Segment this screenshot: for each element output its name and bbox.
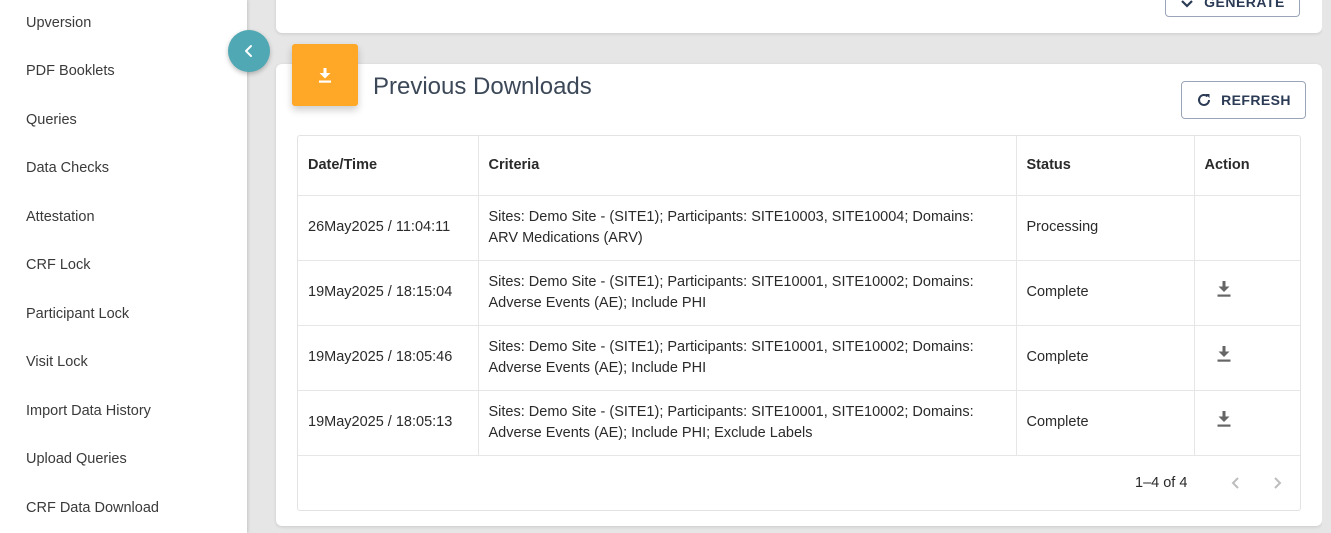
table-row: 19May2025 / 18:05:13 Sites: Demo Site - … [298, 390, 1300, 456]
cell-action [1194, 325, 1300, 391]
cell-status: Complete [1016, 390, 1195, 456]
download-icon [319, 68, 331, 83]
column-header-action: Action [1194, 136, 1300, 196]
sidebar-item-upload-queries[interactable]: Upload Queries [26, 451, 127, 467]
column-header-datetime[interactable]: Date/Time [298, 136, 479, 196]
page-title: Previous Downloads [373, 73, 592, 100]
table-row: 19May2025 / 18:15:04 Sites: Demo Site - … [298, 260, 1300, 326]
column-header-criteria[interactable]: Criteria [478, 136, 1017, 196]
refresh-button-label: REFRESH [1221, 92, 1291, 108]
table-header-row: Date/Time Criteria Status Action [298, 136, 1300, 196]
download-icon[interactable] [1215, 409, 1233, 436]
cell-status: Processing [1016, 195, 1195, 261]
generate-card: GENERATE [276, 0, 1322, 33]
sidebar-item-import-data-history[interactable]: Import Data History [26, 403, 151, 419]
download-icon[interactable] [1215, 344, 1233, 371]
cell-datetime: 19May2025 / 18:05:13 [298, 390, 479, 456]
chevron-left-icon [245, 45, 252, 57]
cell-criteria: Sites: Demo Site - (SITE1); Participants… [478, 390, 1017, 456]
chevron-down-icon [1181, 0, 1193, 8]
cell-criteria: Sites: Demo Site - (SITE1); Participants… [478, 325, 1017, 391]
sidebar-item-upversion[interactable]: Upversion [26, 15, 91, 31]
refresh-icon [1198, 93, 1211, 106]
sidebar: Upversion PDF Booklets Queries Data Chec… [0, 0, 247, 533]
chevron-right-icon [1274, 477, 1282, 489]
sidebar-item-attestation[interactable]: Attestation [26, 209, 95, 225]
table-pagination: 1–4 of 4 [298, 455, 1300, 511]
table-row: 19May2025 / 18:05:46 Sites: Demo Site - … [298, 325, 1300, 391]
cell-action [1194, 390, 1300, 456]
next-page-button[interactable] [1267, 473, 1287, 498]
cell-criteria: Sites: Demo Site - (SITE1); Participants… [478, 260, 1017, 326]
cell-action [1194, 195, 1300, 261]
sidebar-item-participant-lock[interactable]: Participant Lock [26, 306, 129, 322]
downloads-table: Date/Time Criteria Status Action 26May20… [297, 135, 1301, 511]
sidebar-item-crf-lock[interactable]: CRF Lock [26, 257, 90, 273]
pagination-range: 1–4 of 4 [1135, 475, 1188, 491]
cell-criteria: Sites: Demo Site - (SITE1); Participants… [478, 195, 1017, 261]
generate-button-label: GENERATE [1204, 0, 1285, 10]
cell-datetime: 19May2025 / 18:15:04 [298, 260, 479, 326]
sidebar-item-queries[interactable]: Queries [26, 112, 77, 128]
sidebar-collapse-button[interactable] [228, 30, 270, 72]
sidebar-item-pdf-booklets[interactable]: PDF Booklets [26, 63, 115, 79]
cell-datetime: 19May2025 / 18:05:46 [298, 325, 479, 391]
cell-datetime: 26May2025 / 11:04:11 [298, 195, 479, 261]
cell-status: Complete [1016, 260, 1195, 326]
sidebar-item-visit-lock[interactable]: Visit Lock [26, 354, 88, 370]
sidebar-item-crf-data-download[interactable]: CRF Data Download [26, 500, 159, 516]
generate-button[interactable]: GENERATE [1165, 0, 1300, 17]
cell-action [1194, 260, 1300, 326]
chevron-left-icon [1231, 477, 1239, 489]
refresh-button[interactable]: REFRESH [1181, 81, 1306, 119]
download-icon[interactable] [1215, 279, 1233, 306]
previous-page-button[interactable] [1226, 473, 1246, 498]
card-header-icon [292, 44, 358, 106]
scrollbar-track[interactable] [1322, 0, 1331, 533]
table-row: 26May2025 / 11:04:11 Sites: Demo Site - … [298, 195, 1300, 261]
column-header-status[interactable]: Status [1016, 136, 1195, 196]
cell-status: Complete [1016, 325, 1195, 391]
sidebar-item-data-checks[interactable]: Data Checks [26, 160, 109, 176]
